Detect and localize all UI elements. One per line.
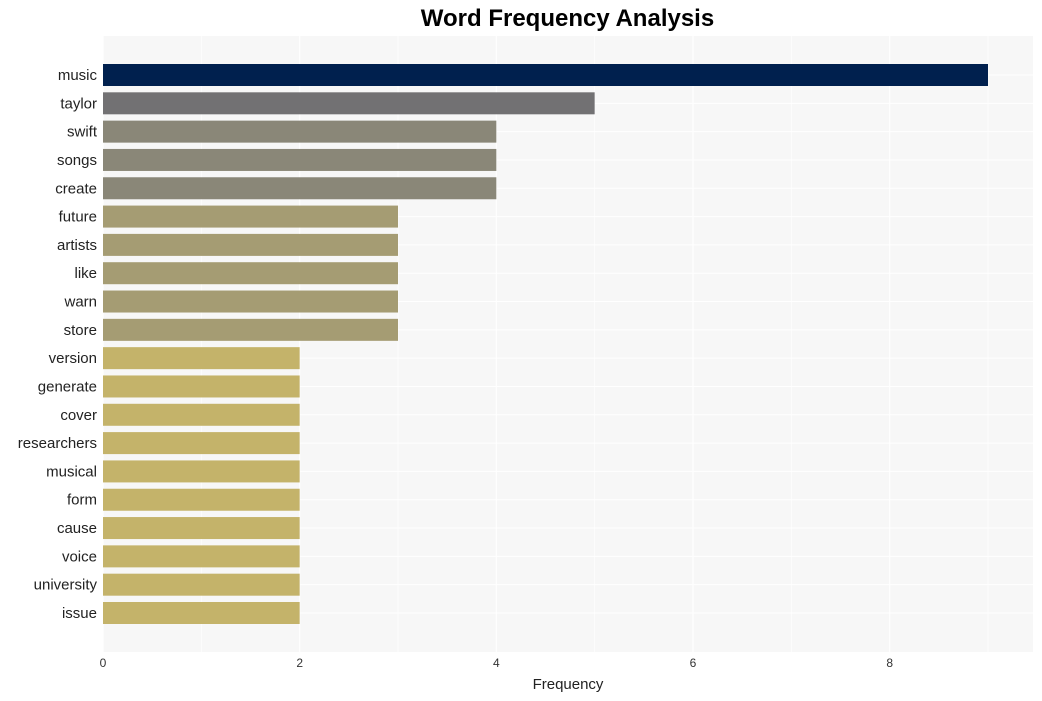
x-tick-label: 4: [493, 656, 500, 670]
bar-future: [103, 205, 398, 228]
category-label-voice: voice: [62, 548, 97, 565]
bar-taylor: [103, 92, 595, 115]
bar-form: [103, 488, 300, 511]
category-label-create: create: [55, 180, 97, 197]
bar-warn: [103, 290, 398, 313]
bar-researchers: [103, 432, 300, 455]
category-label-cause: cause: [57, 520, 97, 537]
bar-cause: [103, 517, 300, 540]
x-tick-labels: 0 2 4 6 8: [100, 656, 894, 670]
bar-music: [103, 64, 988, 86]
bar-store: [103, 318, 398, 341]
category-label-future: future: [59, 209, 97, 226]
category-label-songs: songs: [57, 152, 97, 169]
category-label-issue: issue: [62, 605, 97, 622]
bar-chart: music taylor swift songs create future artists…: [18, 36, 1033, 693]
x-tick-label: 6: [690, 656, 697, 670]
category-label-music: music: [58, 67, 98, 84]
category-label-musical: musical: [46, 463, 97, 480]
x-tick-label: 8: [886, 656, 893, 670]
bar-musical: [103, 460, 300, 483]
category-label-warn: warn: [63, 294, 97, 311]
category-label-cover: cover: [60, 407, 97, 424]
bar-swift: [103, 120, 497, 143]
bar-artists: [103, 233, 398, 256]
category-labels: music taylor swift songs create future artists…: [18, 67, 98, 622]
bar-version: [103, 347, 300, 370]
category-label-form: form: [67, 492, 97, 509]
category-label-artists: artists: [57, 237, 97, 254]
bar-create: [103, 177, 497, 200]
category-label-researchers: researchers: [18, 435, 97, 452]
category-label-like: like: [74, 265, 97, 282]
bar-cover: [103, 403, 300, 426]
x-axis-title: Frequency: [533, 676, 604, 693]
bar-university: [103, 573, 300, 596]
category-label-taylor: taylor: [60, 95, 97, 112]
bar-like: [103, 262, 398, 285]
bar-issue: [103, 602, 300, 624]
bar-generate: [103, 375, 300, 398]
category-label-version: version: [49, 350, 97, 367]
bar-voice: [103, 545, 300, 568]
x-tick-label: 2: [296, 656, 303, 670]
x-tick-label: 0: [100, 656, 107, 670]
category-label-generate: generate: [38, 378, 97, 395]
category-label-university: university: [34, 577, 98, 594]
bar-songs: [103, 148, 497, 171]
category-label-swift: swift: [67, 124, 98, 141]
category-label-store: store: [64, 322, 97, 339]
